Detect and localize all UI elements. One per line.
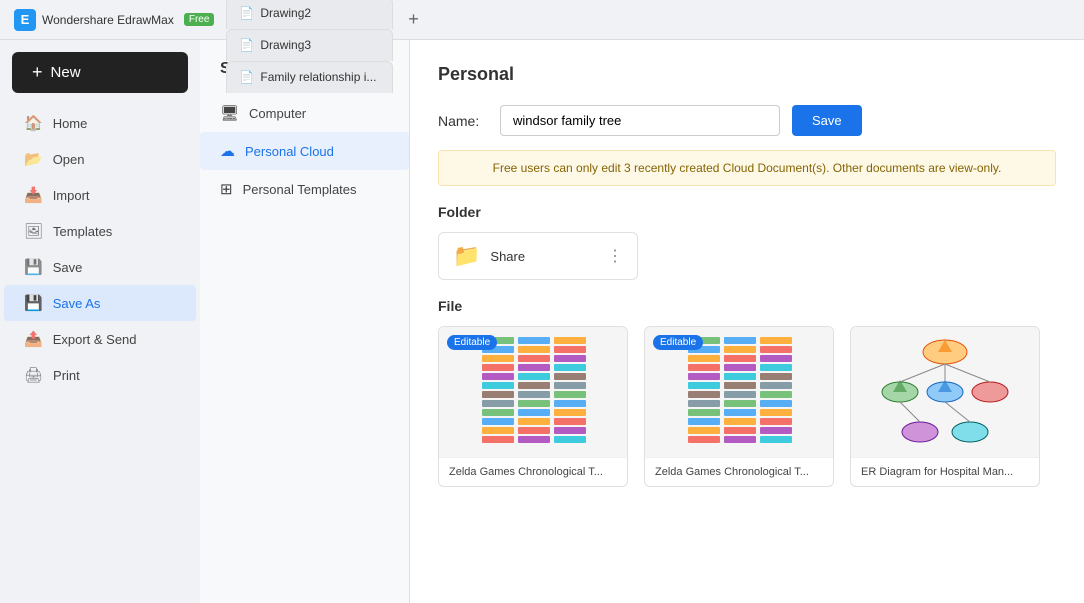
folder-more-icon[interactable]: ⋮ — [607, 246, 623, 266]
file-card-zelda1[interactable]: Editable Zelda Games Chronological T... — [438, 326, 628, 487]
file-thumb-er — [851, 327, 1039, 457]
sidebar-label-templates: Templates — [53, 224, 112, 239]
middle-label-personalcloud: Personal Cloud — [245, 144, 334, 159]
app-name: Wondershare EdrawMax — [42, 13, 174, 27]
file-section-label: File — [438, 298, 1056, 314]
sidebar-label-print: Print — [53, 368, 80, 383]
folder-section-label: Folder — [438, 204, 1056, 220]
files-grid: Editable Zelda Games Chronological T... … — [438, 326, 1056, 487]
tab-label-drawing3: Drawing3 — [260, 38, 311, 52]
editable-badge-zelda2: Editable — [653, 335, 703, 350]
middle-items: 🖥 Computer ☁ Personal Cloud ⊞ Personal T… — [200, 94, 409, 208]
tab-icon-drawing2: 📄 — [239, 6, 254, 20]
sidebar-label-save: Save — [53, 260, 83, 275]
new-button[interactable]: + New — [12, 52, 188, 93]
file-thumb-zelda1: Editable — [439, 327, 627, 457]
zelda-thumb-svg-1 — [684, 333, 794, 451]
sidebar-icon-print: 🖨 — [24, 366, 43, 384]
file-name-zelda1: Zelda Games Chronological T... — [439, 457, 627, 486]
middle-icon-computer: 🖥 — [220, 104, 239, 122]
sidebar-item-open[interactable]: 📂 Open — [4, 141, 196, 177]
name-label: Name: — [438, 113, 488, 129]
tab-drawing3[interactable]: 📄 Drawing3 — [226, 29, 393, 61]
sidebar-icon-home: 🏠 — [24, 114, 43, 132]
tab-drawing2[interactable]: 📄 Drawing2 — [226, 0, 393, 29]
left-sidebar: + New 🏠 Home 📂 Open 📥 Import 🖼 Templates… — [0, 40, 200, 603]
sidebar-item-saveas[interactable]: 💾 Save As — [4, 285, 196, 321]
app-logo: E Wondershare EdrawMax Free — [4, 0, 224, 39]
zelda-thumb-svg-0 — [478, 333, 588, 451]
file-card-er[interactable]: ER Diagram for Hospital Man... — [850, 326, 1040, 487]
sidebar-item-home[interactable]: 🏠 Home — [4, 105, 196, 141]
folder-inner: 📁 Share — [453, 243, 525, 269]
app-logo-icon: E — [14, 9, 36, 31]
info-banner: Free users can only edit 3 recently crea… — [438, 150, 1056, 186]
middle-label-computer: Computer — [249, 106, 306, 121]
right-panel-title: Personal — [438, 64, 1056, 85]
folder-name: Share — [490, 249, 525, 264]
right-panel: Personal Name: Save Free users can only … — [410, 40, 1084, 603]
sidebar-icon-open: 📂 — [24, 150, 43, 168]
sidebar-icon-export: 📤 — [24, 330, 43, 348]
sidebar-label-import: Import — [53, 188, 90, 203]
filename-input[interactable] — [500, 105, 780, 136]
main-layout: + New 🏠 Home 📂 Open 📥 Import 🖼 Templates… — [0, 40, 1084, 603]
file-thumb-zelda2: Editable — [645, 327, 833, 457]
new-tab-button[interactable]: + — [399, 6, 427, 34]
sidebar-icon-import: 📥 — [24, 186, 43, 204]
middle-item-personalcloud[interactable]: ☁ Personal Cloud — [200, 132, 409, 170]
file-name-er: ER Diagram for Hospital Man... — [851, 457, 1039, 486]
sidebar-item-export[interactable]: 📤 Export & Send — [4, 321, 196, 357]
tabs-container: 📄 windsor family tree ✕ 📄 Drawing2 📄 Dra… — [226, 0, 393, 84]
er-thumb-svg — [870, 332, 1020, 452]
middle-label-personaltemplates: Personal Templates — [243, 182, 357, 197]
sidebar-item-save[interactable]: 💾 Save — [4, 249, 196, 285]
tab-label-family: Family relationship i... — [260, 70, 376, 84]
middle-item-personaltemplates[interactable]: ⊞ Personal Templates — [200, 170, 409, 208]
sidebar-icon-saveas: 💾 — [24, 294, 43, 312]
middle-item-computer[interactable]: 🖥 Computer — [200, 94, 409, 132]
middle-panel: Save As 🖥 Computer ☁ Personal Cloud ⊞ Pe… — [200, 40, 410, 603]
sidebar-label-saveas: Save As — [53, 296, 101, 311]
sidebar-label-open: Open — [53, 152, 85, 167]
new-button-label: New — [51, 64, 81, 81]
tab-icon-family: 📄 — [239, 70, 254, 84]
folder-share[interactable]: 📁 Share ⋮ — [438, 232, 638, 280]
save-button[interactable]: Save — [792, 105, 862, 136]
sidebar-label-export: Export & Send — [53, 332, 137, 347]
middle-icon-personalcloud: ☁ — [220, 142, 235, 160]
tab-label-drawing2: Drawing2 — [260, 6, 311, 20]
free-badge: Free — [184, 13, 215, 26]
sidebar-item-templates[interactable]: 🖼 Templates — [4, 213, 196, 249]
folder-icon: 📁 — [453, 243, 480, 269]
sidebar-item-print[interactable]: 🖨 Print — [4, 357, 196, 393]
file-card-zelda2[interactable]: Editable Zelda Games Chronological T... — [644, 326, 834, 487]
tab-family[interactable]: 📄 Family relationship i... — [226, 61, 393, 93]
sidebar-label-home: Home — [53, 116, 88, 131]
name-row: Name: Save — [438, 105, 1056, 136]
new-plus-icon: + — [32, 62, 43, 83]
editable-badge-zelda1: Editable — [447, 335, 497, 350]
sidebar-items: 🏠 Home 📂 Open 📥 Import 🖼 Templates 💾 Sav… — [0, 105, 200, 393]
tab-icon-drawing3: 📄 — [239, 38, 254, 52]
sidebar-item-import[interactable]: 📥 Import — [4, 177, 196, 213]
sidebar-icon-templates: 🖼 — [24, 222, 43, 240]
middle-icon-personaltemplates: ⊞ — [220, 180, 233, 198]
sidebar-icon-save: 💾 — [24, 258, 43, 276]
tab-bar: E Wondershare EdrawMax Free 📄 windsor fa… — [0, 0, 1084, 40]
file-name-zelda2: Zelda Games Chronological T... — [645, 457, 833, 486]
